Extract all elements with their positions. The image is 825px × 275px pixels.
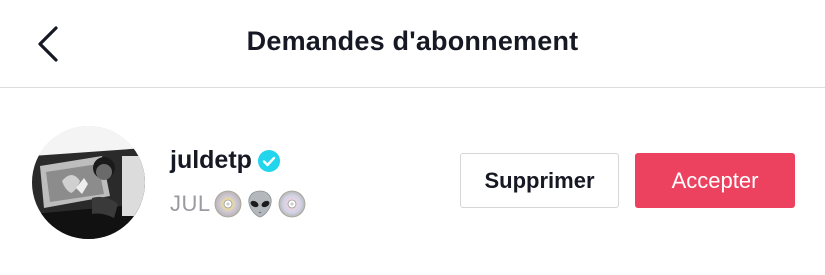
username-line: juldetp bbox=[170, 146, 280, 175]
nickname: JUL bbox=[170, 191, 211, 216]
cd-disc-icon bbox=[213, 189, 243, 219]
verified-badge-icon bbox=[257, 149, 280, 172]
username[interactable]: juldetp bbox=[170, 146, 252, 175]
alien-icon bbox=[245, 189, 275, 219]
cd-disc-icon bbox=[277, 189, 307, 219]
page-title: Demandes d'abonnement bbox=[246, 26, 579, 56]
avatar-photo bbox=[32, 126, 145, 239]
delete-button[interactable]: Supprimer bbox=[460, 153, 619, 208]
top-bar: Demandes d'abonnement bbox=[0, 0, 825, 88]
nickname-line: JUL bbox=[170, 189, 307, 219]
follow-request-row: juldetp JUL Supprimer Accepter bbox=[0, 88, 825, 275]
accept-button[interactable]: Accepter bbox=[635, 153, 795, 208]
avatar[interactable] bbox=[32, 126, 145, 239]
